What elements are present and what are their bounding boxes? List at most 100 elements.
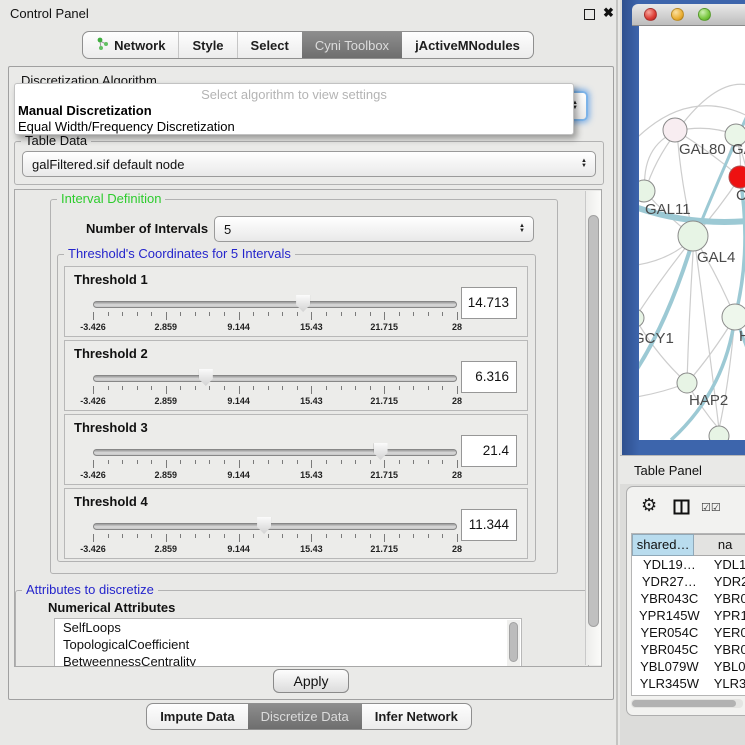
column-header-name[interactable]: na [694, 534, 745, 556]
slider-thumb[interactable] [296, 295, 310, 312]
network-node-label: GAL11 [645, 201, 691, 218]
threshold-value-field[interactable]: 11.344 [461, 509, 517, 541]
network-node-label: HAP2 [689, 392, 728, 409]
attribute-item[interactable]: TopologicalCoefficient [55, 636, 521, 653]
network-window-titlebar[interactable] [632, 4, 745, 26]
tab-jactivemnodules[interactable]: jActiveMNodules [402, 32, 533, 58]
tab-label: Style [192, 38, 223, 53]
table-data-combo[interactable]: galFiltered.sif default node ▲▼ [22, 151, 596, 177]
table-horizontal-scrollbar[interactable] [631, 699, 743, 708]
tab-impute-data[interactable]: Impute Data [147, 704, 247, 729]
apply-button[interactable]: Apply [273, 669, 348, 693]
screen: Control Panel ✖ Network [0, 0, 745, 745]
num-intervals-value: 5 [224, 222, 231, 237]
interval-group-label: Interval Definition [57, 191, 165, 206]
table-row[interactable]: YBL079WYBL0 [632, 658, 745, 675]
threshold-value-field[interactable]: 6.316 [461, 361, 517, 393]
dropdown-option-manual[interactable]: Manual Discretization [18, 103, 152, 118]
tab-style[interactable]: Style [178, 32, 236, 58]
network-node-label: GA [732, 141, 745, 158]
table-row[interactable]: YER054CYER0 [632, 624, 745, 641]
scrollbar-thumb[interactable] [588, 215, 599, 627]
gear-icon[interactable]: ⚙ [641, 495, 657, 516]
table-data-value: galFiltered.sif default node [32, 157, 184, 172]
apply-row: Apply [9, 669, 613, 693]
close-traffic-light-icon[interactable] [644, 8, 657, 21]
tab-network[interactable]: Network [83, 32, 178, 58]
numerical-attributes-list[interactable]: SelfLoopsTopologicalCoefficientBetweenne… [54, 618, 522, 667]
threshold-label: Threshold 3 [74, 420, 148, 435]
threshold-value-field[interactable]: 21.4 [461, 435, 517, 467]
tab-discretize-data[interactable]: Discretize Data [248, 704, 362, 729]
network-node-label: GAL80 [679, 141, 726, 158]
tab-select[interactable]: Select [237, 32, 302, 58]
network-node[interactable] [663, 118, 687, 142]
table-row[interactable]: YDL19…YDL1 [632, 556, 745, 573]
network-canvas-svg: GAL80GACGAL11GAL4GCY1HHAP2 [639, 26, 745, 440]
slider-thumb[interactable] [199, 369, 213, 386]
threshold-card: Threshold 1 -3.4262.8599.14415.4321.7152… [64, 266, 528, 337]
attribute-items: SelfLoopsTopologicalCoefficientBetweenne… [55, 619, 521, 667]
zoom-traffic-light-icon[interactable] [698, 8, 711, 21]
network-node[interactable] [722, 304, 745, 330]
attribute-item[interactable]: BetweennessCentrality [55, 653, 521, 667]
network-canvas[interactable]: GAL80GACGAL11GAL4GCY1HHAP2 [639, 26, 745, 440]
table-rows: YDL19…YDL1YDR27…YDR2YBR043CYBR0YPR145WYP… [632, 556, 745, 696]
tab-cyni-toolbox[interactable]: Cyni Toolbox [302, 32, 402, 58]
top-tab-row: Network Style Select Cyni Toolbox jActiv… [0, 31, 616, 59]
scrollbar-thumb[interactable] [509, 622, 518, 662]
threshold-label: Threshold 2 [74, 346, 148, 361]
dropdown-option-equal-width[interactable]: Equal Width/Frequency Discretization [18, 119, 235, 134]
threshold-slider[interactable]: -3.4262.8599.14415.4321.71528 [93, 441, 457, 481]
slider-ticks [93, 460, 457, 469]
network-node[interactable] [639, 180, 655, 202]
slider-thumb[interactable] [374, 443, 388, 460]
scrollbar-thumb[interactable] [632, 700, 736, 707]
threshold-slider[interactable]: -3.4262.8599.14415.4321.71528 [93, 293, 457, 333]
num-intervals-combo[interactable]: 5 ▲▼ [214, 216, 534, 242]
slider-track[interactable] [93, 301, 457, 308]
settings-vertical-scrollbar[interactable] [585, 191, 601, 665]
network-tab-icon [96, 37, 109, 53]
network-node[interactable] [677, 373, 697, 393]
bottom-tabset: Impute Data Discretize Data Infer Networ… [146, 703, 472, 730]
node-table[interactable]: shared… na YDL19…YDL1YDR27…YDR2YBR043CYB… [631, 533, 745, 696]
network-node[interactable] [678, 221, 708, 251]
table-panel-title: Table Panel [634, 463, 702, 478]
network-view-window: GAL80GACGAL11GAL4GCY1HHAP2 [622, 0, 745, 455]
table-row[interactable]: YDR27…YDR2 [632, 573, 745, 590]
table-row[interactable]: YLR345WYLR3 [632, 675, 745, 692]
attributes-group-label: Attributes to discretize [22, 582, 158, 597]
top-tabset: Network Style Select Cyni Toolbox jActiv… [82, 31, 534, 59]
close-icon[interactable]: ✖ [603, 5, 614, 21]
checkbox-icons[interactable]: ☑☑ [701, 501, 721, 514]
threshold-label: Threshold 4 [74, 494, 148, 509]
table-row[interactable]: YBR045CYBR0 [632, 641, 745, 658]
slider-track[interactable] [93, 449, 457, 456]
table-panel-header: Table Panel [620, 455, 745, 484]
network-node-label: GCY1 [639, 330, 674, 347]
slider-tick-labels: -3.4262.8599.14415.4321.71528 [93, 322, 457, 333]
column-header-shared-name[interactable]: shared… [632, 534, 694, 556]
minimize-traffic-light-icon[interactable] [671, 8, 684, 21]
slider-track[interactable] [93, 523, 457, 530]
threshold-card: Threshold 2 -3.4262.8599.14415.4321.7152… [64, 340, 528, 411]
split-columns-icon[interactable] [673, 499, 690, 518]
float-window-icon[interactable] [584, 9, 595, 20]
tab-label: Select [251, 38, 289, 53]
table-row[interactable]: YBR043CYBR0 [632, 590, 745, 607]
slider-ticks [93, 312, 457, 321]
table-row[interactable]: YPR145WYPR1 [632, 607, 745, 624]
table-row[interactable]: YIL053CYIL0 [632, 692, 745, 696]
tab-infer-network[interactable]: Infer Network [362, 704, 471, 729]
threshold-value-field[interactable]: 14.713 [461, 287, 517, 319]
network-node[interactable] [639, 309, 644, 327]
attribute-item[interactable]: SelfLoops [55, 619, 521, 636]
slider-track[interactable] [93, 375, 457, 382]
network-node-label: GAL4 [697, 249, 735, 266]
attributes-list-scrollbar[interactable] [507, 620, 520, 666]
threshold-slider[interactable]: -3.4262.8599.14415.4321.71528 [93, 515, 457, 555]
threshold-slider[interactable]: -3.4262.8599.14415.4321.71528 [93, 367, 457, 407]
network-node[interactable] [709, 426, 729, 440]
slider-thumb[interactable] [257, 517, 271, 534]
